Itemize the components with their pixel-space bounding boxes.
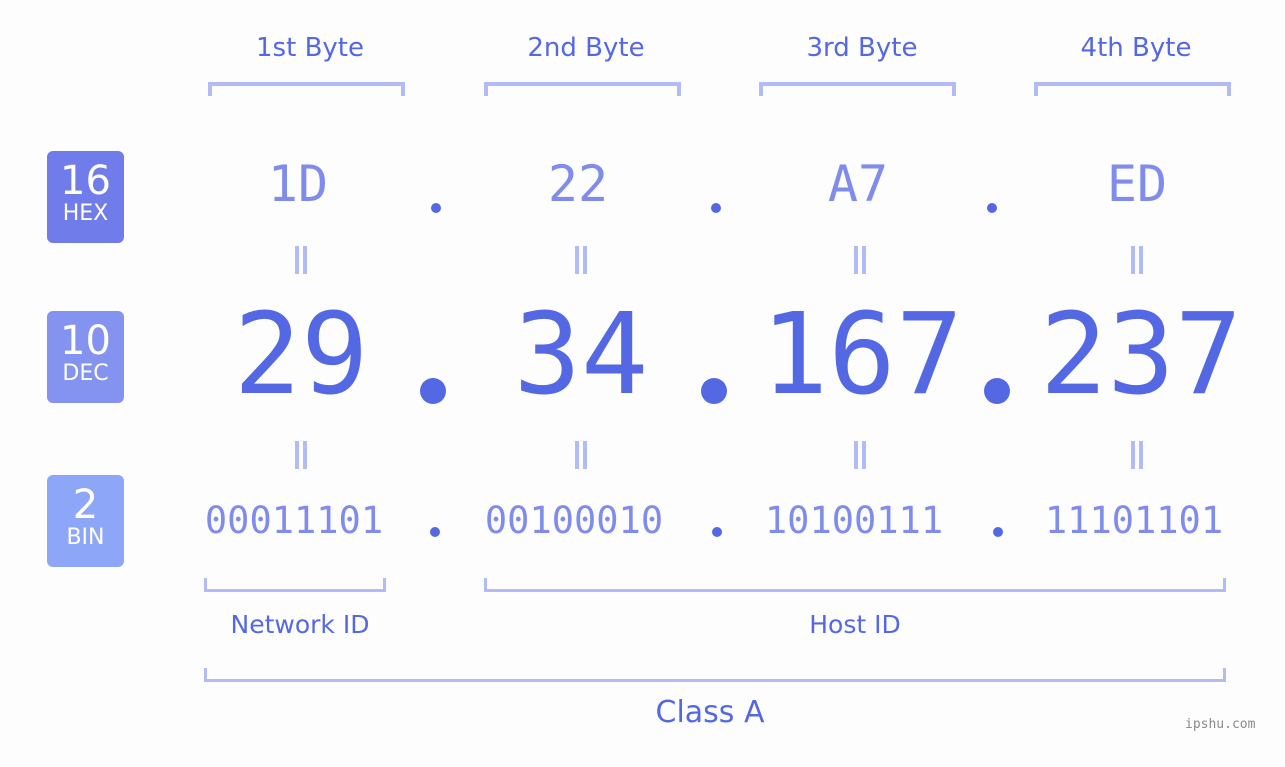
bin-octet-4: 11101101	[1044, 499, 1224, 542]
watermark: ipshu.com	[1185, 717, 1256, 732]
equals-icon	[292, 441, 308, 471]
equals-icon	[1128, 441, 1144, 471]
hex-base-number: 16	[60, 158, 111, 204]
dec-separator-dot	[984, 378, 1010, 404]
hex-separator-dot	[711, 203, 721, 213]
equals-icon	[572, 246, 588, 276]
dec-separator-dot	[420, 378, 446, 404]
dec-octet-4: 237	[1039, 290, 1243, 420]
hex-separator-dot	[431, 203, 441, 213]
byte-header-3: 3rd Byte	[806, 33, 918, 63]
bin-octet-2: 00100010	[484, 499, 664, 542]
network-id-bracket	[204, 578, 386, 592]
bin-badge: 2 BIN	[47, 475, 124, 567]
bin-octet-1: 00011101	[204, 499, 384, 542]
byte-bracket-2	[484, 82, 681, 96]
hex-octet-3: A7	[827, 155, 889, 213]
byte-bracket-3	[759, 82, 956, 96]
class-bracket	[204, 668, 1226, 682]
bin-base-label: BIN	[66, 525, 105, 550]
class-label: Class A	[655, 695, 765, 730]
equals-icon	[851, 246, 867, 276]
bin-octet-3: 10100111	[764, 499, 944, 542]
bin-separator-dot	[993, 527, 1003, 537]
bin-separator-dot	[712, 527, 722, 537]
hex-octet-1: 1D	[267, 155, 329, 213]
host-id-bracket	[484, 578, 1226, 592]
bin-separator-dot	[430, 527, 440, 537]
equals-icon	[572, 441, 588, 471]
byte-header-2: 2nd Byte	[527, 33, 645, 63]
dec-octet-3: 167	[760, 290, 964, 420]
dec-badge: 10 DEC	[47, 311, 124, 403]
hex-octet-4: ED	[1106, 155, 1168, 213]
host-id-label: Host ID	[809, 610, 901, 639]
byte-bracket-4	[1034, 82, 1231, 96]
equals-icon	[851, 441, 867, 471]
bin-base-number: 2	[72, 482, 99, 528]
dec-octet-1: 29	[233, 290, 369, 420]
hex-base-label: HEX	[62, 201, 109, 226]
dec-separator-dot	[701, 378, 727, 404]
hex-octet-2: 22	[547, 155, 609, 213]
byte-bracket-1	[208, 82, 405, 96]
dec-octet-2: 34	[513, 290, 649, 420]
hex-badge: 16 HEX	[47, 151, 124, 243]
network-id-label: Network ID	[230, 610, 370, 639]
byte-header-1: 1st Byte	[256, 33, 364, 63]
byte-header-4: 4th Byte	[1080, 33, 1192, 63]
dec-base-number: 10	[60, 318, 111, 364]
equals-icon	[292, 246, 308, 276]
equals-icon	[1128, 246, 1144, 276]
hex-separator-dot	[987, 203, 997, 213]
dec-base-label: DEC	[62, 361, 109, 386]
